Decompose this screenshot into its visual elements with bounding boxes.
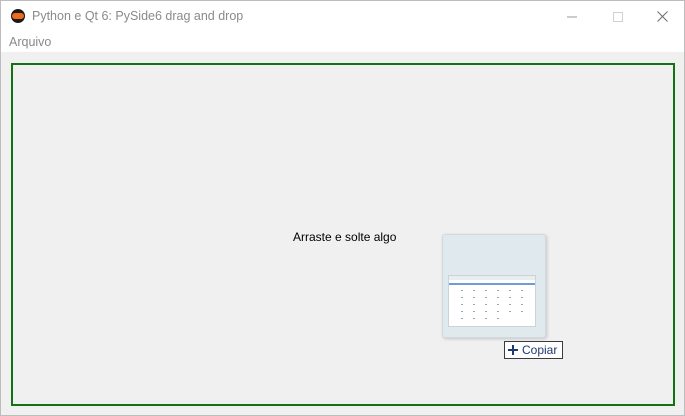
central-widget: Arraste e solte algo Copiar [1, 52, 684, 415]
main-window: Python e Qt 6: PySide6 drag and drop Arq… [0, 0, 685, 416]
copy-label: Copiar [522, 343, 558, 357]
plus-icon [508, 345, 518, 355]
menu-arquivo[interactable]: Arquivo [9, 35, 51, 49]
window-title: Python e Qt 6: PySide6 drag and drop [32, 9, 244, 23]
close-icon [656, 11, 668, 22]
python-qt-icon [11, 9, 25, 23]
drop-area[interactable]: Arraste e solte algo Copiar [11, 63, 675, 406]
copy-action-tooltip: Copiar [504, 341, 564, 359]
menu-bar: Arquivo [1, 32, 684, 52]
dragged-screenshot-thumbnail [442, 234, 546, 338]
thumbnail-image [448, 275, 536, 327]
minimize-icon [567, 16, 577, 17]
maximize-icon [613, 11, 623, 22]
close-button[interactable] [639, 1, 685, 32]
title-bar[interactable]: Python e Qt 6: PySide6 drag and drop [1, 1, 684, 32]
drop-label: Arraste e solte algo [293, 230, 397, 244]
minimize-button[interactable] [549, 1, 595, 32]
maximize-button[interactable] [595, 1, 641, 32]
